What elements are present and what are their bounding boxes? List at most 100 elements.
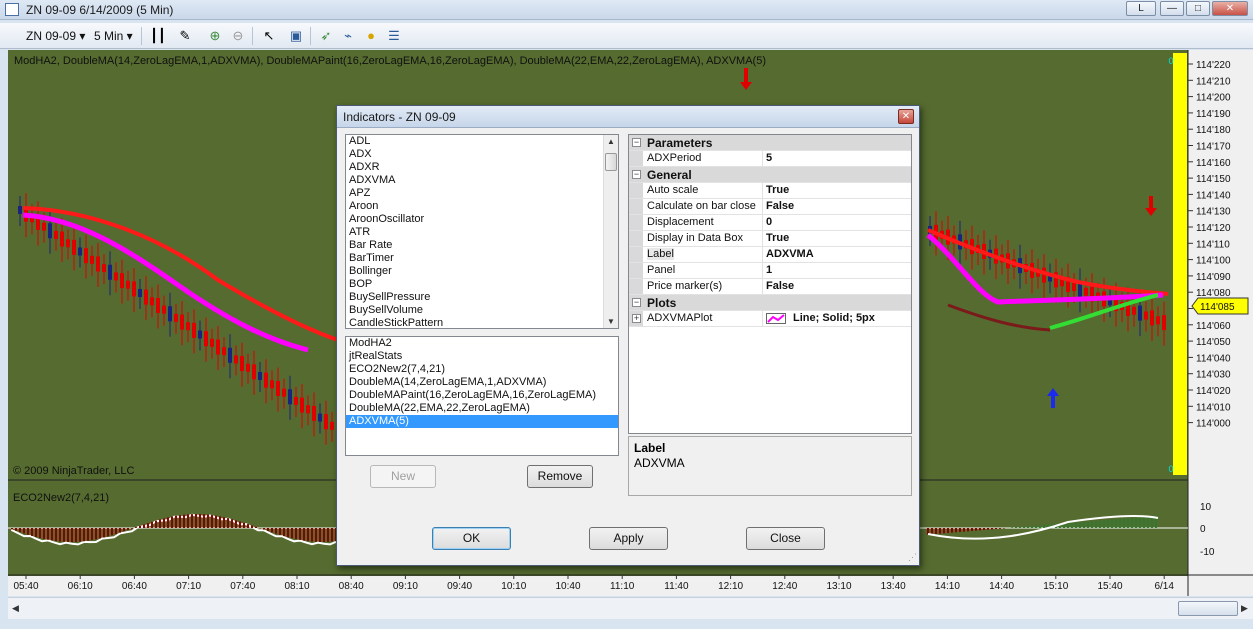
- property-calculate-on-bar-close[interactable]: Calculate on bar close False: [629, 199, 911, 215]
- scroll-up-icon[interactable]: ▲: [606, 137, 616, 146]
- property-label[interactable]: Label ADXVMA: [629, 247, 911, 263]
- applied-indicator-item[interactable]: DoubleMA(14,ZeroLagEMA,1,ADXVMA): [346, 376, 618, 389]
- resize-grip-icon[interactable]: ⋰: [908, 552, 917, 563]
- bar-style-icon[interactable]: ┃┃: [150, 28, 166, 44]
- collapse-icon[interactable]: −: [632, 138, 641, 147]
- applied-indicator-item[interactable]: ADXVMA(5): [346, 415, 618, 428]
- property-value[interactable]: 1: [762, 263, 772, 278]
- category-plots[interactable]: − Plots: [629, 295, 911, 311]
- price-bar-body: [48, 223, 52, 239]
- category-label: Plots: [647, 296, 677, 310]
- applied-indicator-item[interactable]: jtRealStats: [346, 350, 618, 363]
- property-panel[interactable]: Panel 1: [629, 263, 911, 279]
- remove-button[interactable]: Remove: [527, 465, 593, 488]
- applied-indicator-item[interactable]: ModHA2: [346, 337, 618, 350]
- time-tick-label: 10:40: [555, 581, 580, 592]
- indicator-list-item[interactable]: BuySellPressure: [346, 291, 618, 304]
- indicator-list-item[interactable]: ADXR: [346, 161, 618, 174]
- indicator-list-item[interactable]: CandleStickPattern: [346, 317, 618, 328]
- property-value[interactable]: ADXVMA: [762, 247, 814, 262]
- indicator-list-item[interactable]: AroonOscillator: [346, 213, 618, 226]
- price-tick-label: 114'010: [1196, 402, 1231, 413]
- strategy-icon[interactable]: ➶: [318, 28, 334, 44]
- maximize-button[interactable]: □: [1186, 1, 1210, 16]
- price-tick-label: 114'190: [1196, 109, 1231, 120]
- indicator-list-item[interactable]: APZ: [346, 187, 618, 200]
- zoom-out-icon[interactable]: ⊖: [230, 28, 246, 44]
- minimize-button[interactable]: —: [1160, 1, 1184, 16]
- category-general[interactable]: − General: [629, 167, 911, 183]
- applied-indicator-item[interactable]: DoubleMA(22,EMA,22,ZeroLagEMA): [346, 402, 618, 415]
- indicator-list-item[interactable]: Bar Rate: [346, 239, 618, 252]
- indicator-list-item[interactable]: BOP: [346, 278, 618, 291]
- property-value[interactable]: 5: [762, 151, 772, 166]
- applied-indicator-item[interactable]: DoubleMAPaint(16,ZeroLagEMA,16,ZeroLagEM…: [346, 389, 618, 402]
- apply-button[interactable]: Apply: [589, 527, 668, 550]
- applied-indicator-item[interactable]: ECO2New2(7,4,21): [346, 363, 618, 376]
- property-name: Display in Data Box: [647, 232, 743, 244]
- property-value[interactable]: Line; Solid; 5px: [762, 311, 875, 326]
- indicator-list-item[interactable]: Bollinger: [346, 265, 618, 278]
- price-bar-body: [54, 230, 58, 239]
- property-autoscale[interactable]: Auto scale True: [629, 183, 911, 199]
- scroll-left-icon[interactable]: ◀: [12, 603, 19, 614]
- indicator-list-item[interactable]: ADXVMA: [346, 174, 618, 187]
- property-value[interactable]: True: [762, 231, 789, 246]
- indicator-list-item[interactable]: ADX: [346, 148, 618, 161]
- time-tick-label: 05:40: [13, 581, 38, 592]
- price-bar-body: [186, 322, 190, 331]
- available-indicators-list[interactable]: ADL ADX ADXR ADXVMA APZ Aroon AroonOscillator A…: [345, 134, 619, 329]
- order-entry-icon[interactable]: ●: [363, 28, 379, 44]
- indicators-icon[interactable]: ⌁: [340, 28, 356, 44]
- scroll-down-icon[interactable]: ▼: [606, 317, 616, 326]
- indicator-list-item[interactable]: ADL: [346, 135, 618, 148]
- property-adxvmaplot[interactable]: + ADXVMAPlot Line; Solid; 5px: [629, 311, 911, 327]
- indicator-list-scrollbar[interactable]: ▲ ▼: [603, 135, 618, 328]
- property-display-in-data-box[interactable]: Display in Data Box True: [629, 231, 911, 247]
- property-grid[interactable]: − Parameters ADXPeriod 5 − General Auto sca…: [628, 134, 912, 434]
- collapse-icon[interactable]: −: [632, 298, 641, 307]
- price-bar-body: [1132, 306, 1136, 315]
- property-value[interactable]: True: [762, 183, 789, 198]
- property-value[interactable]: False: [762, 279, 794, 294]
- property-value[interactable]: 0: [762, 215, 772, 230]
- drawing-tool-icon[interactable]: ✎: [177, 28, 193, 44]
- close-button[interactable]: Close: [746, 527, 825, 550]
- price-bar-body: [126, 280, 130, 289]
- category-label: General: [647, 168, 692, 182]
- scroll-thumb[interactable]: [605, 153, 617, 171]
- property-price-markers[interactable]: Price marker(s) False: [629, 279, 911, 295]
- expand-icon[interactable]: +: [632, 314, 641, 323]
- time-tick-label: 13:10: [826, 581, 851, 592]
- chart-horizontal-scrollbar[interactable]: ◀ ▶: [8, 597, 1253, 619]
- indicator-list-item[interactable]: ATR: [346, 226, 618, 239]
- indicator-list-item[interactable]: BuySellVolume: [346, 304, 618, 317]
- dialog-close-icon[interactable]: ✕: [898, 109, 914, 124]
- interval-selector[interactable]: 5 Min ▾: [94, 28, 133, 44]
- scroll-right-icon[interactable]: ▶: [1241, 603, 1248, 614]
- applied-indicators-list[interactable]: ModHA2 jtRealStats ECO2New2(7,4,21) DoubleM…: [345, 336, 619, 456]
- price-bar-body: [84, 248, 88, 264]
- ok-button[interactable]: OK: [432, 527, 511, 550]
- lower-tick-label: -10: [1200, 547, 1215, 558]
- link-button[interactable]: L: [1126, 1, 1156, 16]
- collapse-icon[interactable]: −: [632, 170, 641, 179]
- scroll-thumb[interactable]: [1178, 601, 1238, 616]
- indicator-list-item[interactable]: BarTimer: [346, 252, 618, 265]
- new-button[interactable]: New: [370, 465, 436, 488]
- pointer-icon[interactable]: ↖: [261, 28, 277, 44]
- indicator-list-item[interactable]: Aroon: [346, 200, 618, 213]
- time-tick-label: 06:40: [122, 581, 147, 592]
- properties-icon[interactable]: ▣: [288, 28, 304, 44]
- data-box-icon[interactable]: ☰: [386, 28, 402, 44]
- close-window-button[interactable]: ✕: [1212, 1, 1248, 16]
- price-bar-body: [240, 356, 244, 372]
- zoom-in-icon[interactable]: ⊕: [207, 28, 223, 44]
- price-bar-body: [216, 339, 220, 355]
- instrument-selector[interactable]: ZN 09-09 ▾: [26, 28, 85, 44]
- price-tick-label: 114'210: [1196, 76, 1231, 87]
- property-value[interactable]: False: [762, 199, 794, 214]
- property-adxperiod[interactable]: ADXPeriod 5: [629, 151, 911, 167]
- category-parameters[interactable]: − Parameters: [629, 135, 911, 151]
- property-displacement[interactable]: Displacement 0: [629, 215, 911, 231]
